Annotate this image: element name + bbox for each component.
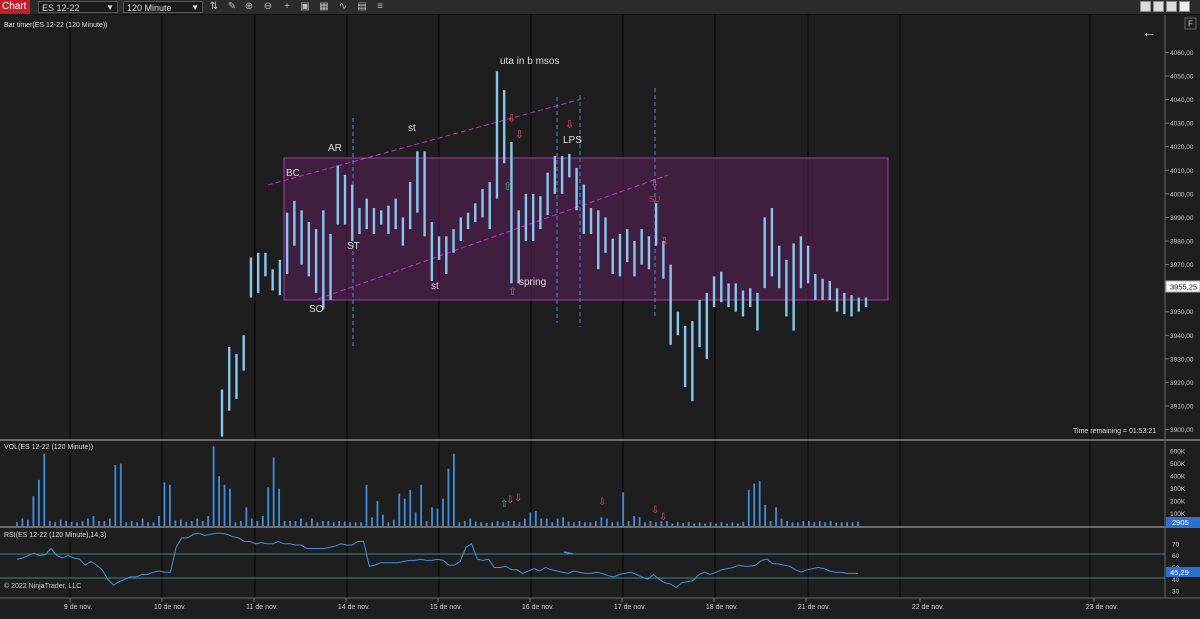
properties-icon[interactable]: ▤ xyxy=(356,1,368,13)
time-remaining: Time remaining = 01:53:21 xyxy=(1073,428,1156,435)
current-price-badge: 3955,25 xyxy=(1165,280,1200,293)
sell-arrow-icon: ⇩ xyxy=(598,497,606,508)
sell-arrow-icon: ⇩ xyxy=(515,129,524,141)
svg-text:3955,25: 3955,25 xyxy=(1170,283,1197,292)
time-tick-label: 11 de nov. xyxy=(246,604,278,611)
time-tick-label: 17 de nov. xyxy=(614,604,646,611)
volume-tick-label: 400K xyxy=(1170,474,1186,481)
copyright: © 2022 NinjaTrader, LLC xyxy=(4,582,81,590)
minimize-button[interactable] xyxy=(1140,1,1151,12)
chevron-down-icon: ▼ xyxy=(106,3,114,12)
pencil-icon[interactable]: ✎ xyxy=(226,1,238,13)
current-rsi-badge: 45,29 xyxy=(1166,567,1200,577)
annotation-bc[interactable]: BC xyxy=(286,168,300,179)
price-tick-label: 4000,00 xyxy=(1170,191,1194,198)
interval-value: 120 Minute xyxy=(127,3,172,13)
chart-canvas[interactable]: ⇧ ⇧ ⇩ ⇩ ⇩ ⇩ ⇩ ⇧ ⇩ ⇩ ⇩ ⇩ ⇩ uta in b msos … xyxy=(0,15,1200,619)
current-volume-badge: 2905 xyxy=(1166,517,1200,527)
time-tick-label: 15 de nov. xyxy=(430,604,462,611)
annotation-su[interactable]: SU xyxy=(649,195,660,204)
price-tick-label: 3910,00 xyxy=(1170,404,1194,411)
sell-arrow-icon: ⇩ xyxy=(565,119,574,131)
price-tick-label: 3990,00 xyxy=(1170,215,1194,222)
instrument-selector[interactable]: ES 12-22 ▼ xyxy=(38,1,118,13)
annotation-lps[interactable]: LPS xyxy=(563,135,582,146)
rsi-tick-label: 70 xyxy=(1172,541,1180,548)
price-panel-title: Bar timer(ES 12-22 (120 Minute)) xyxy=(4,22,107,29)
sell-arrow-icon: ⇩ xyxy=(659,512,667,523)
svg-text:2905: 2905 xyxy=(1172,518,1189,527)
volume-tick-label: 500K xyxy=(1170,461,1186,468)
list-icon[interactable]: ≡ xyxy=(374,1,386,13)
volume-tick-label: 300K xyxy=(1170,486,1186,493)
toolbar: Chart ES 12-22 ▼ 120 Minute ▼ ⇅ ✎ ⊕ ⊖ + … xyxy=(0,0,1200,15)
sell-arrow-icon: ⇩ xyxy=(650,178,659,190)
time-tick-label: 18 de nov. xyxy=(706,604,738,611)
f-button-label: F xyxy=(1188,20,1193,29)
restore-button[interactable] xyxy=(1166,1,1177,12)
annotation-st-lower[interactable]: st xyxy=(431,281,439,292)
time-axis[interactable]: 9 de nov. 10 de nov. 11 de nov. 14 de nov. 1… xyxy=(64,598,1118,611)
price-tick-label: 3920,00 xyxy=(1170,380,1194,387)
sell-arrow-icon: ⇩ xyxy=(507,113,516,125)
price-tick-label: 4010,00 xyxy=(1170,168,1194,175)
rsi-panel-title: RSI(ES 12-22 (120 Minute),14,3) xyxy=(4,532,106,539)
time-tick-label: 21 de nov. xyxy=(798,604,830,611)
annotation-ar[interactable]: AR xyxy=(328,143,342,154)
interval-selector[interactable]: 120 Minute ▼ xyxy=(123,1,203,13)
price-tick-label: 4050,00 xyxy=(1170,74,1194,81)
annotation-so[interactable]: SO xyxy=(309,304,324,315)
buy-arrow-icon: ⇧ xyxy=(508,286,517,298)
annotation-st-upper[interactable]: st xyxy=(408,123,416,134)
time-tick-label: 22 de nov. xyxy=(912,604,944,611)
zoom-out-icon[interactable]: ⊖ xyxy=(262,1,274,13)
price-tick-label: 3980,00 xyxy=(1170,239,1194,246)
price-tick-label: 4040,00 xyxy=(1170,97,1194,104)
rsi-tick-label: 60 xyxy=(1172,553,1180,560)
sell-arrow-icon: ⇩ xyxy=(660,236,669,248)
strategy-icon[interactable]: ▦ xyxy=(318,1,330,13)
instrument-value: ES 12-22 xyxy=(42,3,80,13)
time-tick-label: 9 de nov. xyxy=(64,604,92,611)
price-tick-label: 3930,00 xyxy=(1170,356,1194,363)
time-tick-label: 14 de nov. xyxy=(338,604,370,611)
price-tick-label: 3940,00 xyxy=(1170,333,1194,340)
crosshair-icon[interactable]: + xyxy=(281,1,293,13)
volume-tick-label: 600K xyxy=(1170,449,1186,456)
maximize-button[interactable] xyxy=(1153,1,1164,12)
rsi-tick-label: 30 xyxy=(1172,589,1180,596)
rsi-tick-label: 40 xyxy=(1172,577,1180,584)
sell-arrow-icon: ⇩ xyxy=(514,493,522,504)
time-tick-label: 16 de nov. xyxy=(522,604,554,611)
volume-tick-label: 100K xyxy=(1170,511,1186,518)
buy-arrow-icon: ⇧ xyxy=(503,181,512,193)
price-tick-label: 3950,00 xyxy=(1170,309,1194,316)
bar-type-icon[interactable]: ⇅ xyxy=(208,1,220,13)
price-tick-label: 4020,00 xyxy=(1170,144,1194,151)
annotation-uta[interactable]: uta in b msos xyxy=(500,56,559,67)
svg-text:45,29: 45,29 xyxy=(1170,568,1189,577)
rsi-line xyxy=(16,532,858,589)
price-tick-label: 3970,00 xyxy=(1170,262,1194,269)
price-tick-label: 3900,00 xyxy=(1170,427,1194,434)
annotation-spring[interactable]: spring xyxy=(519,277,546,288)
chevron-down-icon: ▼ xyxy=(191,3,199,12)
close-button[interactable] xyxy=(1179,1,1190,12)
price-tick-label: 4060,00 xyxy=(1170,50,1194,57)
volume-bars xyxy=(16,446,859,526)
chart-title-tab[interactable]: Chart xyxy=(0,0,30,14)
time-tick-label: 10 de nov. xyxy=(154,604,186,611)
back-arrow-icon[interactable]: ← xyxy=(1142,24,1156,40)
volume-tick-label: 200K xyxy=(1170,499,1186,506)
time-tick-label: 23 de nov. xyxy=(1086,604,1118,611)
volume-axis[interactable]: 600K 500K 400K 300K 200K 100K xyxy=(1170,449,1186,518)
price-axis[interactable]: 4060,00 4050,00 4040,00 4030,00 4020,00 4010,… xyxy=(1165,50,1194,434)
zoom-in-icon[interactable]: ⊕ xyxy=(243,1,255,13)
data-box-icon[interactable]: ▣ xyxy=(299,1,311,13)
indicator-icon[interactable]: ∿ xyxy=(337,1,349,13)
price-tick-label: 4030,00 xyxy=(1170,121,1194,128)
volume-panel-title: VOL(ES 12-22 (120 Minute)) xyxy=(4,444,93,451)
annotation-st[interactable]: ST xyxy=(347,241,360,252)
